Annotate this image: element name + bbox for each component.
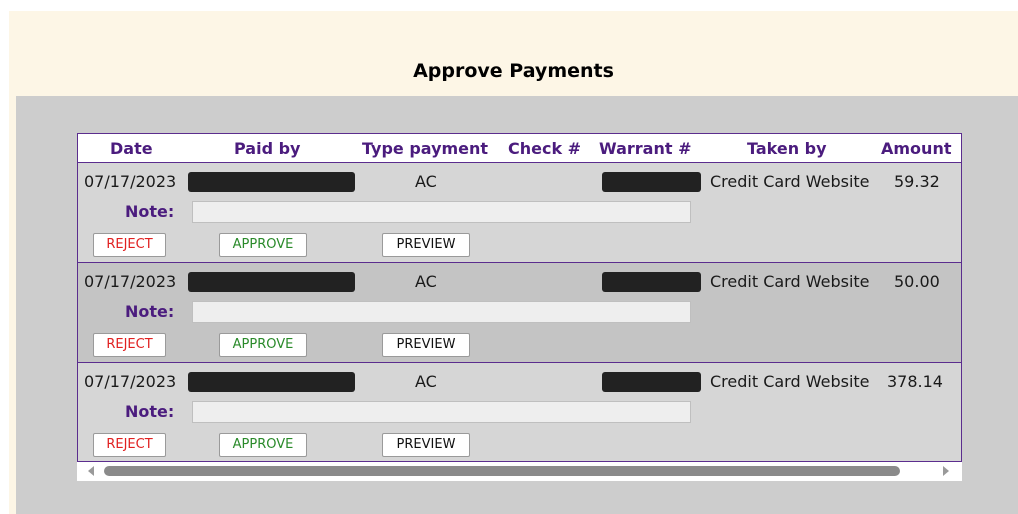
approve-button[interactable]: APPROVE [219,333,307,357]
row-taken-by: Credit Card Website [710,372,870,391]
note-label: Note: [125,302,175,321]
payments-table: Date Paid by Type payment Check # Warran… [77,133,962,462]
scroll-left-arrow-icon[interactable] [88,466,94,476]
scrollbar-thumb[interactable] [104,466,900,476]
paid-by-redacted [188,372,355,392]
note-input[interactable] [192,201,691,223]
row-date: 07/17/2023 [84,372,177,391]
horizontal-scrollbar[interactable] [77,462,962,481]
row-date: 07/17/2023 [84,172,177,191]
reject-button[interactable]: REJECT [93,233,166,257]
column-header-amount: Amount [881,139,952,158]
page-title: Approve Payments [413,60,614,82]
note-input[interactable] [192,301,691,323]
payment-row: 07/17/2023 AC Credit Card Website 378.14… [78,362,961,461]
row-taken-by: Credit Card Website [710,272,870,291]
page-header: Approve Payments [9,11,1018,96]
row-type-payment: AC [415,372,437,391]
row-amount: 59.32 [894,172,940,191]
note-input[interactable] [192,401,691,423]
preview-button[interactable]: PREVIEW [382,233,470,257]
warrant-number-redacted [602,372,701,392]
left-border-strip [9,96,16,514]
preview-button[interactable]: PREVIEW [382,333,470,357]
column-header-paid-by: Paid by [234,139,301,158]
payments-table-container: Date Paid by Type payment Check # Warran… [77,133,962,481]
preview-button[interactable]: PREVIEW [382,433,470,457]
column-header-check-number: Check # [508,139,582,158]
row-amount: 50.00 [894,272,940,291]
paid-by-redacted [188,172,355,192]
payment-row: 07/17/2023 AC Credit Card Website 59.32 … [78,162,961,262]
approve-button[interactable]: APPROVE [219,433,307,457]
scroll-right-arrow-icon[interactable] [943,466,949,476]
row-taken-by: Credit Card Website [710,172,870,191]
row-type-payment: AC [415,172,437,191]
column-header-taken-by: Taken by [747,139,827,158]
reject-button[interactable]: REJECT [93,433,166,457]
warrant-number-redacted [602,272,701,292]
row-date: 07/17/2023 [84,272,177,291]
payment-row: 07/17/2023 AC Credit Card Website 50.00 … [78,262,961,362]
note-label: Note: [125,202,175,221]
warrant-number-redacted [602,172,701,192]
row-type-payment: AC [415,272,437,291]
row-amount: 378.14 [887,372,943,391]
paid-by-redacted [188,272,355,292]
column-header-warrant-number: Warrant # [599,139,692,158]
table-header-row: Date Paid by Type payment Check # Warran… [78,134,961,163]
note-label: Note: [125,402,175,421]
column-header-date: Date [110,139,153,158]
column-header-type-payment: Type payment [362,139,489,158]
reject-button[interactable]: REJECT [93,333,166,357]
approve-button[interactable]: APPROVE [219,233,307,257]
